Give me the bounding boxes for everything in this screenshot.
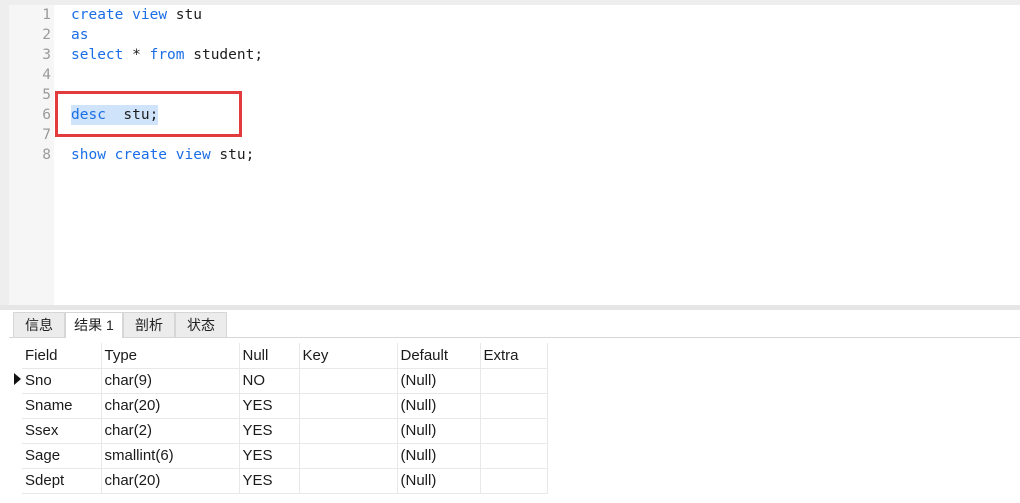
cell-extra[interactable] bbox=[480, 418, 548, 444]
line-number: 7 bbox=[42, 127, 51, 143]
cell-null[interactable]: YES bbox=[239, 468, 300, 494]
cell-extra[interactable] bbox=[480, 443, 548, 469]
code-text: create view stu bbox=[71, 5, 202, 25]
cell-key[interactable] bbox=[299, 468, 398, 494]
line-number: 6 bbox=[42, 107, 51, 123]
column-header-key[interactable]: Key bbox=[299, 343, 398, 369]
code-text: as bbox=[71, 25, 88, 45]
table-row[interactable]: Sname char(20) YES (Null) bbox=[22, 393, 548, 419]
left-border bbox=[0, 0, 9, 310]
table-row[interactable]: Sage smallint(6) YES (Null) bbox=[22, 443, 548, 469]
line-number: 8 bbox=[42, 147, 51, 163]
cell-default[interactable]: (Null) bbox=[397, 443, 481, 469]
sql-keyword: select bbox=[71, 47, 124, 63]
sql-token: student; bbox=[184, 47, 264, 63]
table-row[interactable]: Sdept char(20) YES (Null) bbox=[22, 468, 548, 494]
cell-field[interactable]: Sdept bbox=[22, 468, 102, 494]
cell-field[interactable]: Sname bbox=[22, 393, 102, 419]
cell-key[interactable] bbox=[299, 368, 398, 394]
sql-keyword: create bbox=[114, 147, 168, 163]
cell-null[interactable]: YES bbox=[239, 393, 300, 419]
cell-extra[interactable] bbox=[480, 393, 548, 419]
cell-default[interactable]: (Null) bbox=[397, 418, 481, 444]
cell-type[interactable]: smallint(6) bbox=[101, 443, 240, 469]
cell-default[interactable]: (Null) bbox=[397, 368, 481, 394]
code-text: show create view stu; bbox=[71, 145, 254, 165]
cell-null[interactable]: YES bbox=[239, 443, 300, 469]
cell-type[interactable]: char(9) bbox=[101, 368, 240, 394]
line-number: 3 bbox=[42, 47, 51, 63]
cell-default[interactable]: (Null) bbox=[397, 468, 481, 494]
sql-editor[interactable]: 1 create view stu 2 as 3 select * from studen… bbox=[9, 5, 1020, 305]
sql-keyword: show bbox=[71, 147, 106, 163]
tab-profile[interactable]: 剖析 bbox=[123, 312, 175, 337]
cell-field[interactable]: Ssex bbox=[22, 418, 102, 444]
column-header-field[interactable]: Field bbox=[22, 343, 102, 369]
sql-keyword: view bbox=[175, 147, 211, 163]
cell-null[interactable]: YES bbox=[239, 418, 300, 444]
code-line[interactable]: 3 select * from student; bbox=[9, 45, 1009, 65]
cell-null[interactable]: NO bbox=[239, 368, 300, 394]
table-row[interactable]: Ssex char(2) YES (Null) bbox=[22, 418, 548, 444]
line-number: 4 bbox=[42, 67, 51, 83]
line-number: 5 bbox=[42, 87, 51, 103]
line-number: 1 bbox=[42, 7, 51, 23]
sql-keyword: as bbox=[71, 27, 89, 43]
sql-token: * bbox=[123, 47, 150, 63]
sql-token: stu; bbox=[210, 147, 255, 163]
result-grid: Field Type Null Key Default Extra Sno ch… bbox=[22, 343, 548, 494]
cell-field[interactable]: Sno bbox=[22, 368, 102, 394]
cell-key[interactable] bbox=[299, 443, 398, 469]
cell-key[interactable] bbox=[299, 393, 398, 419]
code-text: select * from student; bbox=[71, 45, 263, 65]
line-number: 2 bbox=[42, 27, 51, 43]
cell-key[interactable] bbox=[299, 418, 398, 444]
column-header-null[interactable]: Null bbox=[239, 343, 300, 369]
cell-type[interactable]: char(2) bbox=[101, 418, 240, 444]
cell-extra[interactable] bbox=[480, 468, 548, 494]
code-line[interactable]: 4 bbox=[9, 65, 1009, 85]
current-row-marker-icon bbox=[14, 373, 21, 385]
column-header-type[interactable]: Type bbox=[101, 343, 240, 369]
tab-status[interactable]: 状态 bbox=[175, 312, 227, 337]
sql-keyword: view bbox=[132, 7, 168, 23]
sql-keyword: from bbox=[149, 47, 185, 63]
cell-type[interactable]: char(20) bbox=[101, 468, 240, 494]
code-line[interactable]: 1 create view stu bbox=[9, 5, 1009, 25]
cell-default[interactable]: (Null) bbox=[397, 393, 481, 419]
grid-header-row: Field Type Null Key Default Extra bbox=[22, 343, 548, 369]
column-header-extra[interactable]: Extra bbox=[480, 343, 548, 369]
sql-token: stu bbox=[167, 7, 202, 23]
code-line[interactable]: 8 show create view stu; bbox=[9, 145, 1009, 165]
tab-result-1[interactable]: 结果 1 bbox=[65, 312, 123, 338]
tab-info[interactable]: 信息 bbox=[13, 312, 65, 337]
code-line[interactable]: 2 as bbox=[9, 25, 1009, 45]
column-header-default[interactable]: Default bbox=[397, 343, 481, 369]
result-tabs: 信息 结果 1 剖析 状态 bbox=[9, 310, 1020, 338]
cell-field[interactable]: Sage bbox=[22, 443, 102, 469]
table-row[interactable]: Sno char(9) NO (Null) bbox=[22, 368, 548, 394]
sql-keyword: create bbox=[71, 7, 124, 23]
cell-extra[interactable] bbox=[480, 368, 548, 394]
highlight-annotation-box bbox=[55, 91, 242, 137]
cell-type[interactable]: char(20) bbox=[101, 393, 240, 419]
